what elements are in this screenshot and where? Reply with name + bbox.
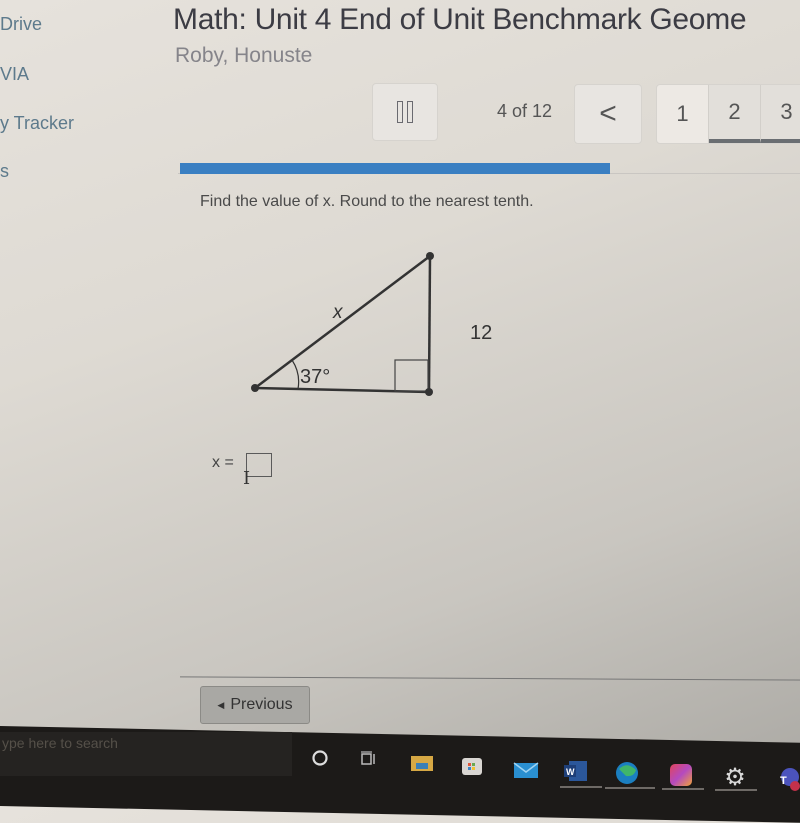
pause-icon — [395, 101, 415, 123]
angle-label: 37° — [300, 366, 330, 388]
chevron-left-icon: < — [599, 97, 617, 130]
question-prompt: Find the value of x. Round to the neares… — [200, 193, 534, 210]
edge-icon[interactable] — [613, 760, 641, 786]
settings-running-indicator — [715, 789, 757, 791]
sidebar-item-4[interactable]: s — [0, 161, 9, 182]
sidebar-item-via[interactable]: VIA — [0, 64, 29, 85]
file-explorer-icon[interactable] — [408, 750, 436, 776]
side-length-label: 12 — [470, 322, 492, 344]
vertex-b — [425, 388, 433, 396]
answer-label: x = — [212, 454, 234, 471]
previous-question-button[interactable]: < — [574, 84, 642, 144]
student-name: Roby, Honuste — [175, 44, 313, 67]
page-title: Math: Unit 4 End of Unit Benchmark Geome — [173, 3, 747, 36]
progress-bar — [180, 163, 610, 174]
edge-running-indicator — [605, 787, 655, 789]
page-button-1[interactable]: 1 — [657, 85, 709, 143]
cc-running-indicator — [662, 788, 704, 790]
angle-arc — [291, 359, 300, 390]
sidebar-item-drive[interactable]: Drive — [0, 14, 42, 35]
vertex-c — [426, 252, 434, 260]
mail-icon[interactable] — [512, 756, 540, 782]
page-button-2[interactable]: 2 — [709, 85, 761, 143]
pause-button[interactable] — [372, 83, 438, 141]
triangle-leg — [427, 255, 432, 393]
footer-divider — [180, 676, 800, 681]
store-icon[interactable] — [458, 752, 486, 778]
word-running-indicator — [560, 786, 602, 788]
text-cursor-icon: I — [243, 468, 251, 489]
question-pager: 1 2 3 — [656, 84, 800, 144]
svg-text:T: T — [780, 775, 787, 787]
teams-icon[interactable]: T — [774, 766, 800, 792]
sidebar-nav: Drive VIA y Tracker s — [0, 0, 170, 725]
taskbar-search-placeholder: ype here to search — [2, 735, 118, 751]
triangle-hypotenuse — [254, 255, 431, 389]
sidebar-item-tracker[interactable]: y Tracker — [0, 113, 74, 134]
previous-button[interactable]: ◀ Previous — [200, 686, 310, 724]
task-view-icon[interactable] — [356, 746, 384, 772]
page-button-3[interactable]: 3 — [761, 85, 800, 143]
settings-icon[interactable]: ⚙ — [721, 763, 749, 791]
vertex-a — [251, 384, 259, 392]
hypotenuse-label: x — [332, 302, 344, 323]
previous-label: Previous — [230, 696, 293, 713]
svg-text:W: W — [566, 767, 575, 777]
cortana-icon[interactable] — [306, 745, 334, 771]
creative-cloud-icon[interactable] — [667, 762, 695, 788]
right-angle-marker — [394, 359, 429, 392]
triangle-diagram: x 12 37° — [251, 252, 492, 396]
caret-left-icon: ◀ — [217, 699, 225, 710]
word-icon[interactable]: W — [562, 758, 590, 784]
question-counter: 4 of 12 — [497, 101, 553, 121]
